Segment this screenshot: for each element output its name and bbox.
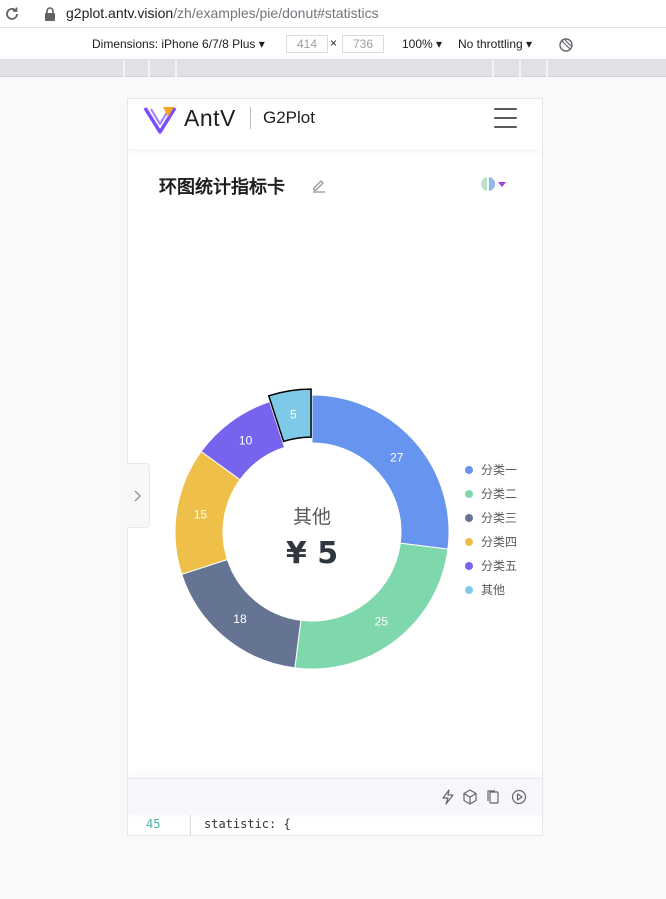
reload-icon[interactable] <box>3 5 21 23</box>
code-editor[interactable]: 45 statistic: { <box>128 815 542 835</box>
device-viewport: AntV G2Plot 环图统计指标卡 27 25 18 15 10 5 分类一分类二分类… <box>127 98 543 836</box>
device-select[interactable]: Dimensions: iPhone 6/7/8 Plus ▾ <box>92 37 265 51</box>
donut-chart[interactable]: 27251815105 分类一分类二分类三分类四分类五其他 其他 ¥ 5 <box>128 319 542 779</box>
code-toolbar <box>128 778 542 815</box>
antv-logo-icon[interactable] <box>143 104 177 134</box>
line-number: 45 <box>146 817 161 831</box>
legend-item-label[interactable]: 分类二 <box>481 487 517 501</box>
theme-switch-icon[interactable] <box>480 176 510 192</box>
edit-icon[interactable] <box>311 177 327 193</box>
url-path: /zh/examples/pie/donut#statistics <box>173 5 379 21</box>
legend-item-label[interactable]: 分类一 <box>481 463 517 477</box>
brand-name[interactable]: AntV <box>184 105 236 132</box>
slice-value-label: 18 <box>233 612 247 626</box>
slice-value-label: 25 <box>375 614 389 628</box>
slice-value-label: 15 <box>194 507 208 521</box>
legend-marker[interactable] <box>465 490 473 498</box>
address-bar[interactable]: g2plot.antv.vision/zh/examples/pie/donut… <box>0 0 666 28</box>
chevron-right-icon <box>134 490 141 502</box>
legend-marker[interactable] <box>465 514 473 522</box>
legend-item-label[interactable]: 分类四 <box>481 535 517 549</box>
legend-item-label[interactable]: 其他 <box>481 583 505 597</box>
lightning-icon[interactable] <box>440 789 456 805</box>
rotate-icon[interactable] <box>558 37 574 53</box>
statistic-title: 其他 <box>293 506 331 528</box>
sidebar-toggle[interactable] <box>127 463 150 528</box>
brand-divider <box>250 107 251 129</box>
product-name[interactable]: G2Plot <box>263 108 315 128</box>
codesandbox-icon[interactable] <box>462 789 478 805</box>
height-input[interactable]: 736 <box>342 35 384 53</box>
slice-value-label: 27 <box>390 450 404 464</box>
slice-value-label: 5 <box>290 407 297 421</box>
lock-icon <box>45 7 55 21</box>
site-header: AntV G2Plot <box>128 99 542 149</box>
url-host: g2plot.antv.vision <box>66 5 174 21</box>
slice-value-label: 10 <box>239 434 253 448</box>
media-query-ruler[interactable] <box>0 60 666 77</box>
code-line: statistic: { <box>204 817 291 831</box>
zoom-select[interactable]: 100% ▾ <box>402 37 442 51</box>
legend-marker[interactable] <box>465 466 473 474</box>
legend-marker[interactable] <box>465 562 473 570</box>
play-icon[interactable] <box>511 789 527 805</box>
copy-icon[interactable] <box>485 789 501 805</box>
url-text[interactable]: g2plot.antv.vision/zh/examples/pie/donut… <box>66 5 379 21</box>
times-sign: × <box>330 36 338 50</box>
legend-marker[interactable] <box>465 538 473 546</box>
hamburger-menu-icon[interactable] <box>494 107 518 129</box>
legend-marker[interactable] <box>465 586 473 594</box>
legend-item-label[interactable]: 分类五 <box>481 559 517 573</box>
gutter-divider <box>190 815 191 835</box>
throttling-select[interactable]: No throttling ▾ <box>458 37 532 51</box>
legend-item-label[interactable]: 分类三 <box>481 511 517 525</box>
demo-title: 环图统计指标卡 <box>159 177 285 197</box>
statistic-value: ¥ 5 <box>286 536 338 571</box>
width-input[interactable]: 414 <box>286 35 328 53</box>
donut-slice-1[interactable] <box>311 394 450 550</box>
